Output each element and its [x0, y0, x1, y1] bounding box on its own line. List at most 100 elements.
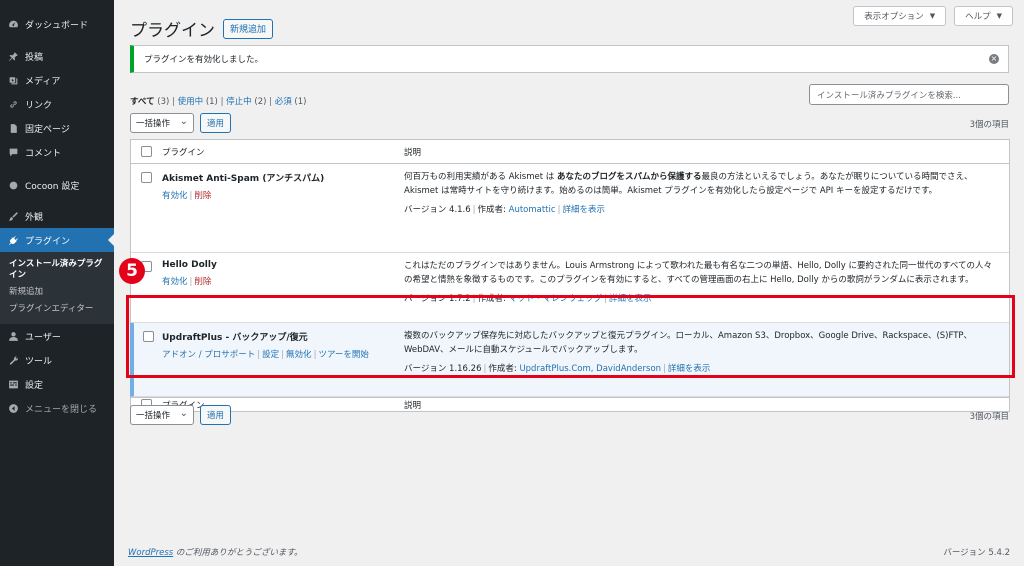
- menu-plugins[interactable]: プラグイン: [0, 228, 114, 252]
- menu-cocoon-settings[interactable]: Cocoon 設定: [0, 173, 114, 197]
- table-footer: プラグイン 説明: [131, 397, 1009, 411]
- menu-label: メディア: [25, 76, 61, 87]
- menu-dashboard[interactable]: ダッシュボード: [0, 12, 114, 36]
- filter-separator: |: [269, 97, 272, 107]
- plugin-meta: バージョン 1.7.2 | 作成者: マット・マレンウェッグ | 詳細を表示: [404, 294, 652, 304]
- plugin-version: バージョン 1.16.26: [404, 364, 482, 374]
- menu-label: ダッシュボード: [25, 20, 89, 31]
- help-button[interactable]: ヘルプ ▼: [954, 6, 1013, 26]
- success-notice: プラグインを有効化しました。 ×: [130, 45, 1009, 73]
- row-actions: 有効化 | 削除: [162, 191, 212, 201]
- screen-meta-links: 表示オプション ▼ ヘルプ ▼: [853, 6, 1013, 26]
- plugin-search-input[interactable]: インストール済みプラグインを検索...: [809, 84, 1009, 105]
- menu-comments[interactable]: コメント: [0, 140, 114, 164]
- bulk-action-select[interactable]: 一括操作: [130, 113, 194, 133]
- start-tour-link[interactable]: ツアーを開始: [318, 350, 369, 360]
- user-icon: [7, 330, 19, 342]
- menu-label: プラグイン: [25, 236, 71, 247]
- delete-link[interactable]: 削除: [194, 277, 211, 287]
- menu-label: ユーザー: [25, 332, 61, 343]
- search-placeholder: インストール済みプラグインを検索...: [817, 90, 961, 101]
- details-link[interactable]: 詳細を表示: [562, 205, 605, 215]
- filter-inactive[interactable]: 停止中: [226, 97, 252, 107]
- filter-all-count: (3): [157, 97, 170, 107]
- deactivate-link[interactable]: 無効化: [286, 350, 312, 360]
- media-icon: [7, 74, 19, 86]
- items-count-bottom: 3個の項目: [969, 412, 1009, 422]
- column-description: 説明: [404, 147, 422, 158]
- comment-icon: [7, 146, 19, 158]
- submenu-installed-plugins[interactable]: インストール済みプラグイン: [0, 256, 114, 284]
- add-new-button[interactable]: 新規追加: [223, 18, 274, 39]
- author-link[interactable]: マット・マレンウェッグ: [509, 294, 603, 304]
- bulk-actions-bottom: 一括操作 適用: [130, 405, 232, 425]
- caret-down-icon: ▼: [996, 12, 1002, 20]
- link-icon: [7, 98, 19, 110]
- author-link[interactable]: Automattic: [509, 205, 556, 215]
- bulk-action-select-bottom[interactable]: 一括操作: [130, 405, 194, 425]
- row-checkbox[interactable]: [141, 172, 152, 183]
- menu-collapse[interactable]: メニューを閉じる: [0, 396, 114, 420]
- dismiss-icon[interactable]: ×: [989, 54, 999, 64]
- annotation-step-badge: 5: [119, 258, 145, 284]
- filter-required-count: (1): [294, 97, 307, 107]
- plugins-submenu: インストール済みプラグイン 新規追加 プラグインエディター: [0, 252, 114, 325]
- details-link[interactable]: 詳細を表示: [609, 294, 652, 304]
- filter-separator: |: [172, 97, 175, 107]
- screen-options-label: 表示オプション: [864, 12, 924, 22]
- collapse-icon: [7, 402, 19, 414]
- author-label: 作成者:: [477, 294, 506, 304]
- menu-tools[interactable]: ツール: [0, 348, 114, 372]
- plugins-table: プラグイン 説明 Akismet Anti-Spam (アンチスパム) 有効化 |…: [130, 139, 1010, 412]
- activate-link[interactable]: 有効化: [162, 191, 188, 201]
- menu-pages[interactable]: 固定ページ: [0, 116, 114, 140]
- submenu-plugin-editor[interactable]: プラグインエディター: [0, 301, 114, 318]
- filter-inactive-count: (2): [254, 97, 267, 107]
- plugin-meta: バージョン 4.1.6 | 作成者: Automattic | 詳細を表示: [404, 205, 605, 215]
- wordpress-link[interactable]: WordPress: [128, 548, 173, 558]
- row-actions: 有効化 | 削除: [162, 277, 212, 287]
- apply-button-bottom[interactable]: 適用: [200, 405, 232, 425]
- menu-users[interactable]: ユーザー: [0, 324, 114, 348]
- settings-icon: [7, 378, 19, 390]
- author-link[interactable]: UpdraftPlus.Com, DavidAnderson: [519, 364, 661, 374]
- settings-link[interactable]: 設定: [262, 350, 279, 360]
- footer-text: のご利用ありがとうございます。: [173, 548, 303, 558]
- menu-appearance[interactable]: 外観: [0, 204, 114, 228]
- caret-down-icon: ▼: [929, 12, 936, 20]
- menu-links[interactable]: リンク: [0, 92, 114, 116]
- addons-support-link[interactable]: アドオン / プロサポート: [162, 350, 255, 360]
- pin-icon: [7, 50, 19, 62]
- select-all-checkbox[interactable]: [141, 146, 152, 157]
- filter-active[interactable]: 使用中: [178, 97, 204, 107]
- plugin-icon: [7, 234, 19, 246]
- screen-options-button[interactable]: 表示オプション ▼: [853, 6, 947, 26]
- delete-link[interactable]: 削除: [194, 191, 211, 201]
- details-link[interactable]: 詳細を表示: [668, 364, 711, 374]
- plugin-name: Akismet Anti-Spam (アンチスパム): [162, 174, 325, 184]
- plugin-description: 何百万もの利用実績がある Akismet は あなたのブログをスパムから保護する…: [404, 172, 973, 196]
- column-description-footer: 説明: [404, 400, 422, 411]
- notice-text: プラグインを有効化しました。: [144, 55, 264, 65]
- plugin-description: これはただのプラグインではありません。Louis Armstrong によって歌…: [404, 261, 993, 285]
- plugin-version: バージョン 1.7.2: [404, 294, 471, 304]
- cocoon-icon: [7, 179, 19, 191]
- menu-label: ツール: [25, 356, 53, 367]
- menu-label: 投稿: [25, 52, 44, 63]
- filter-all[interactable]: すべて: [130, 97, 155, 107]
- menu-posts[interactable]: 投稿: [0, 44, 114, 68]
- items-count: 3個の項目: [969, 120, 1009, 130]
- apply-button[interactable]: 適用: [200, 113, 232, 133]
- menu-label: 設定: [25, 380, 44, 391]
- row-checkbox[interactable]: [142, 331, 154, 342]
- menu-media[interactable]: メディア: [0, 68, 114, 92]
- wrench-icon: [7, 354, 19, 366]
- filter-required[interactable]: 必須: [275, 97, 292, 107]
- submenu-add-new[interactable]: 新規追加: [0, 284, 114, 301]
- column-plugin: プラグイン: [162, 147, 205, 158]
- author-label: 作成者:: [477, 205, 506, 215]
- filter-active-count: (1): [205, 97, 218, 107]
- menu-settings[interactable]: 設定: [0, 372, 114, 396]
- activate-link[interactable]: 有効化: [162, 277, 188, 287]
- menu-label: 外観: [25, 212, 44, 223]
